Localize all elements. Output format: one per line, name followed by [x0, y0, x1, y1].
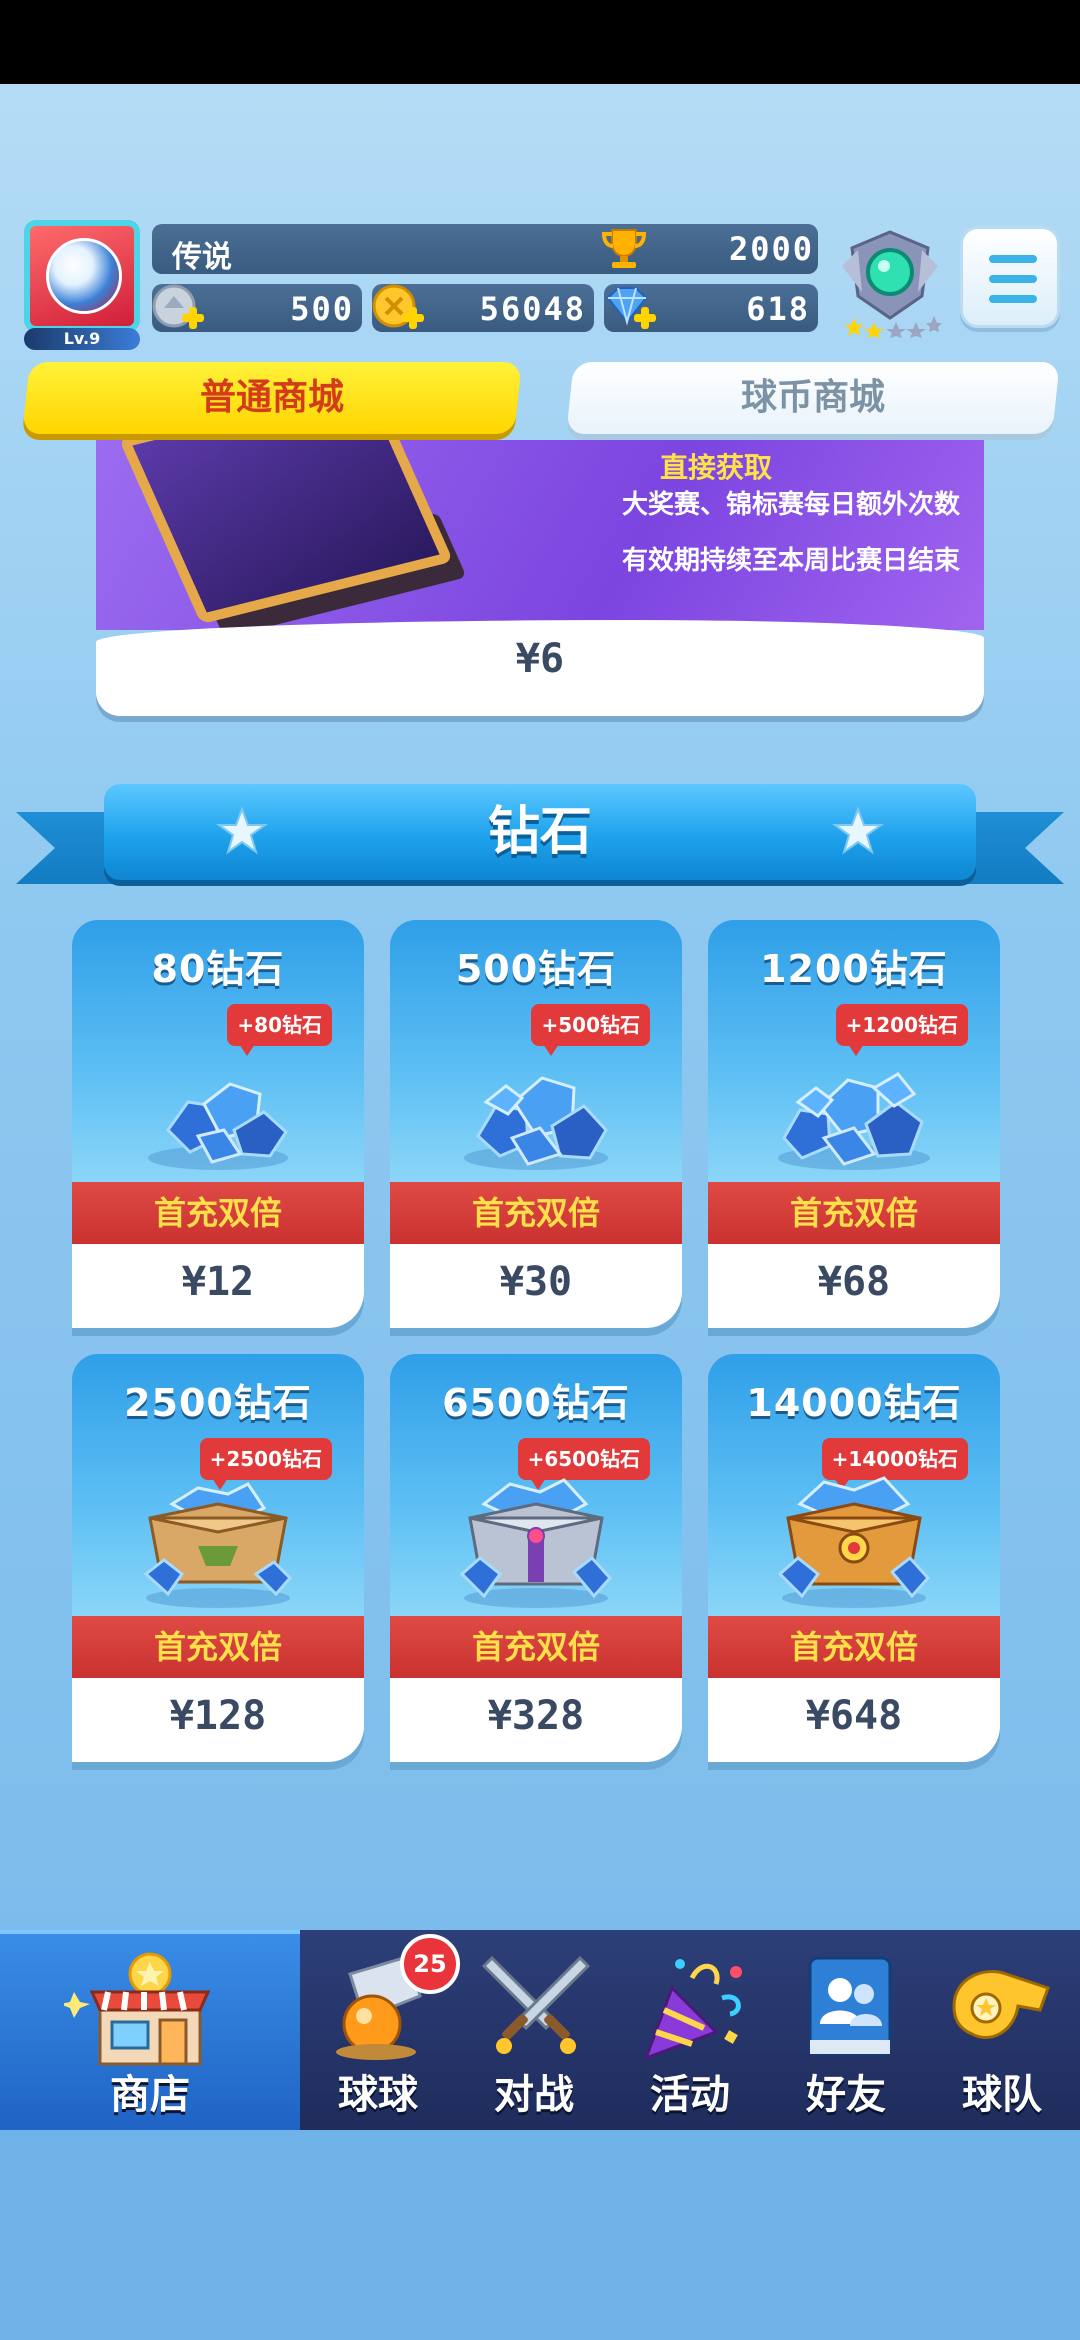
diamond-pile-small-icon	[148, 1082, 288, 1170]
diamond-pack-card[interactable]: 6500钻石 +6500钻石 首充双倍 ¥328	[390, 1354, 682, 1762]
bottom-nav: 商店 25 球球 对战 活动 好友 球队	[0, 1930, 1080, 2130]
whistle-icon	[952, 1970, 1050, 2039]
menu-icon	[989, 255, 1037, 263]
promo-card[interactable]: 直接获取 大奖赛、锦标赛每日额外次数 有效期持续至本周比赛日结束 ¥6	[96, 440, 984, 716]
promo-description-line2: 有效期持续至本周比赛日结束	[621, 546, 960, 576]
first-charge-double-band: 首充双倍	[390, 1616, 682, 1678]
party-popper-icon	[643, 1959, 742, 2061]
nav-label: 活动	[650, 2072, 730, 2118]
first-charge-double-band: 首充双倍	[708, 1616, 1000, 1678]
diamonds-value: 618	[746, 290, 810, 328]
trophy-count: 2000	[728, 230, 814, 268]
pack-price: ¥68	[708, 1244, 1000, 1328]
nav-label: 对战	[494, 2072, 574, 2118]
promo-banner: 直接获取 大奖赛、锦标赛每日额外次数 有效期持续至本周比赛日结束	[96, 440, 984, 638]
tab-ball-coin-shop-label: 球币商城	[740, 377, 885, 418]
menu-button[interactable]	[960, 226, 1060, 328]
ball-avatar-icon	[46, 238, 122, 314]
diamond-pack-card[interactable]: 80钻石 +80钻石 首充双倍 ¥12	[72, 920, 364, 1328]
avatar	[24, 220, 140, 332]
diamond-crate-wood-icon	[143, 1482, 293, 1608]
first-charge-double-band: 首充双倍	[390, 1182, 682, 1244]
diamond-crate-silver-icon	[459, 1478, 613, 1608]
pack-price: ¥30	[390, 1244, 682, 1328]
pack-price: ¥648	[708, 1678, 1000, 1762]
diamond-chest-gold-icon	[777, 1476, 931, 1608]
section-banner: 钻石	[104, 784, 976, 880]
stamina-add-icon[interactable]	[148, 278, 208, 338]
nav-item-team[interactable]: 球队	[924, 1930, 1080, 2130]
diamond-pack-card[interactable]: 2500钻石 +2500钻石 首充双倍 ¥128	[72, 1354, 364, 1762]
status-bar	[0, 0, 1080, 84]
nav-label: 球球	[338, 2072, 418, 2118]
shop-icon	[64, 1952, 211, 2066]
pack-title: 500钻石	[455, 947, 617, 991]
menu-icon-line	[989, 295, 1037, 303]
pack-price: ¥12	[72, 1244, 364, 1328]
nav-item-friends[interactable]: 好友	[768, 1930, 924, 2130]
promo-box-icon	[118, 440, 454, 625]
diamonds-bar: 618	[604, 284, 818, 332]
coins-value: 56048	[479, 290, 586, 328]
tab-ball-coin-shop[interactable]: 球币商城	[566, 362, 1060, 434]
menu-icon-line	[989, 275, 1037, 283]
nav-item-balls[interactable]: 25 球球	[300, 1930, 460, 2130]
tab-normal-shop[interactable]: 普通商城	[22, 362, 522, 434]
player-name-bar: 传说 2000	[152, 224, 818, 275]
nav-item-shop[interactable]: 商店	[0, 1930, 300, 2130]
swords-icon	[481, 1955, 591, 2054]
first-charge-double-band: 首充双倍	[708, 1182, 1000, 1244]
diamond-pile-medium-icon	[464, 1076, 608, 1170]
bottom-background	[0, 2130, 1080, 2340]
trophy-icon	[601, 229, 647, 268]
nav-item-battle[interactable]: 对战	[456, 1930, 612, 2130]
player-name: 传说	[172, 240, 232, 275]
pack-title: 1200钻石	[760, 947, 948, 991]
diamond-pile-large-icon	[778, 1072, 930, 1170]
nav-label: 好友	[806, 2072, 886, 2118]
stamina-bar: 500	[152, 284, 362, 332]
friends-book-icon	[808, 1956, 892, 2056]
pack-title: 14000钻石	[746, 1381, 962, 1425]
promo-title: 直接获取	[659, 451, 773, 484]
promo-description-line1: 大奖赛、锦标赛每日额外次数	[621, 490, 960, 520]
first-charge-double-band: 首充双倍	[72, 1182, 364, 1244]
pack-title: 2500钻石	[124, 1381, 312, 1425]
pack-title: 6500钻石	[442, 1381, 630, 1425]
promo-price: ¥6	[515, 636, 565, 682]
star-icon	[832, 806, 884, 855]
player-avatar[interactable]: Lv.9	[24, 220, 140, 350]
diamond-add-icon[interactable]	[600, 278, 660, 338]
first-charge-double-band: 首充双倍	[72, 1616, 364, 1678]
rank-emblem-icon[interactable]	[838, 226, 942, 338]
notification-badge: 25	[400, 1934, 460, 1994]
tab-normal-shop-label: 普通商城	[199, 377, 344, 418]
coin-add-icon[interactable]	[368, 278, 428, 338]
pack-price: ¥328	[390, 1678, 682, 1762]
pack-title: 80钻石	[151, 947, 285, 991]
diamond-pack-card[interactable]: 14000钻石 +14000钻石 首充双倍 ¥648	[708, 1354, 1000, 1762]
diamond-pack-card[interactable]: 1200钻石 +1200钻石 首充双倍 ¥68	[708, 920, 1000, 1328]
nav-label: 球队	[962, 2072, 1042, 2118]
nav-item-events[interactable]: 活动	[612, 1930, 768, 2130]
pack-price: ¥128	[72, 1678, 364, 1762]
coins-bar: 56048	[372, 284, 594, 332]
stamina-value: 500	[290, 290, 354, 328]
diamond-pack-card[interactable]: 500钻石 +500钻石 首充双倍 ¥30	[390, 920, 682, 1328]
level-badge: Lv.9	[24, 328, 140, 350]
nav-label: 商店	[110, 2072, 190, 2118]
